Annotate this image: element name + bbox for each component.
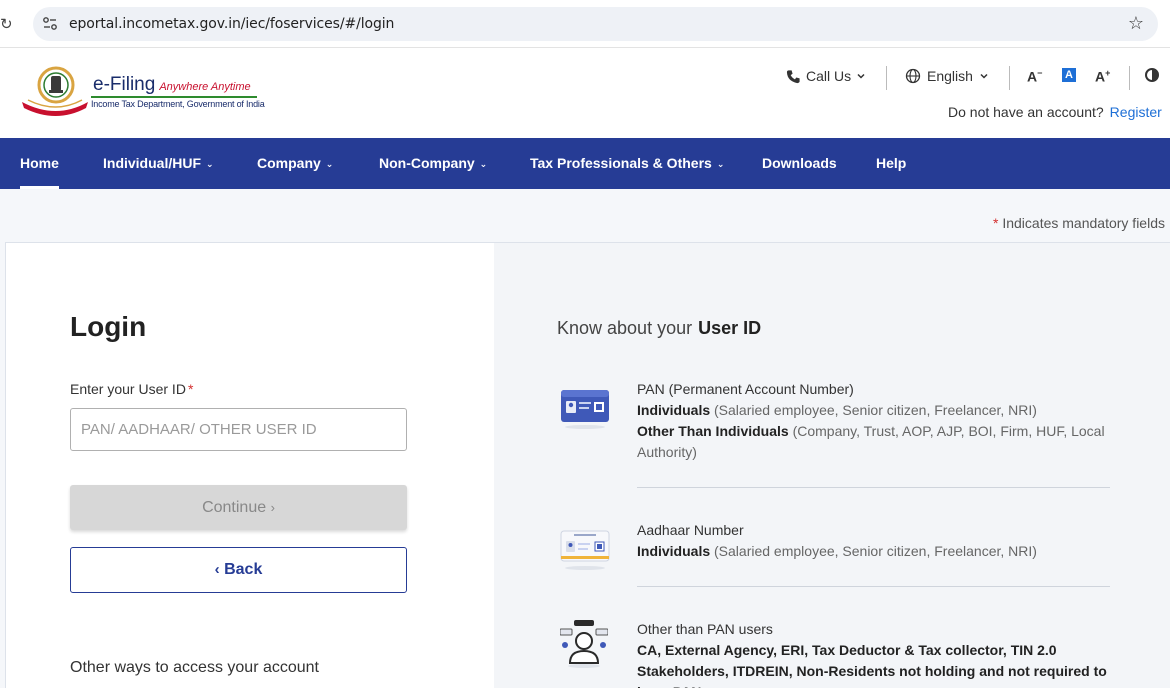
call-us-dropdown[interactable]: Call Us bbox=[786, 68, 866, 84]
userid-label-text: Enter your User ID bbox=[70, 381, 186, 397]
bookmark-star-icon[interactable]: ☆ bbox=[1128, 13, 1144, 34]
back-button[interactable]: ‹ Back bbox=[70, 547, 407, 593]
call-us-label: Call Us bbox=[806, 68, 852, 84]
nav-tax-professionals[interactable]: Tax Professionals & Others ⌄ bbox=[530, 138, 724, 189]
reload-icon[interactable]: ↻ bbox=[0, 15, 16, 33]
know-userid-title: Know about your User ID bbox=[557, 318, 761, 339]
chevron-down-icon: ⌄ bbox=[716, 159, 725, 169]
government-emblem-logo[interactable] bbox=[20, 66, 90, 116]
userid-label: Enter your User ID * bbox=[70, 381, 193, 397]
userid-info-panel: Know about your User ID PAN (Permanent Ac… bbox=[494, 243, 1170, 688]
font-increase-button[interactable]: A+ bbox=[1095, 68, 1110, 85]
other-desc-text: CA, External Agency, ERI, Tax Deductor &… bbox=[637, 642, 1107, 688]
know-title-prefix: Know about your bbox=[557, 318, 693, 338]
pan-individuals: Individuals (Salaried employee, Senior c… bbox=[637, 400, 1112, 421]
aadhaar-ind-label: Individuals bbox=[637, 543, 711, 559]
chevron-down-icon: ⌄ bbox=[206, 159, 214, 169]
site-info-icon[interactable] bbox=[42, 16, 58, 32]
nav-label: Help bbox=[876, 155, 907, 171]
login-card: Login Enter your User ID* Continue › ‹ B… bbox=[5, 242, 1170, 688]
font-normal-button[interactable]: A bbox=[1062, 68, 1076, 82]
pan-card-icon bbox=[561, 390, 609, 429]
nav-non-company[interactable]: Non-Company ⌄ bbox=[379, 138, 487, 189]
continue-label: Continue bbox=[202, 498, 267, 516]
divider bbox=[637, 487, 1110, 488]
required-asterisk: * bbox=[993, 215, 999, 231]
nav-individual-huf[interactable]: Individual/HUF ⌄ bbox=[103, 138, 214, 189]
nav-label: Individual/HUF bbox=[103, 155, 201, 171]
other-heading: Other than PAN users bbox=[637, 621, 773, 637]
login-panel: Login Enter your User ID* Continue › ‹ B… bbox=[6, 243, 494, 688]
nav-home[interactable]: Home bbox=[20, 138, 59, 189]
logo-title-text: e-Filing bbox=[93, 74, 156, 95]
register-link[interactable]: Register bbox=[1110, 104, 1162, 120]
other-ways-heading: Other ways to access your account bbox=[70, 659, 319, 676]
nav-label: Tax Professionals & Others bbox=[530, 155, 712, 171]
main-navigation: Home Individual/HUF ⌄ Company ⌄ Non-Compan… bbox=[0, 138, 1170, 189]
logo-underline bbox=[91, 96, 257, 98]
pan-ind-label: Individuals bbox=[637, 402, 711, 418]
pan-heading: PAN (Permanent Account Number) bbox=[637, 381, 854, 397]
aadhaar-ind-desc: (Salaried employee, Senior citizen, Free… bbox=[714, 543, 1037, 559]
font-decrease-button[interactable]: A− bbox=[1027, 68, 1042, 85]
browser-toolbar: ↻ eportal.incometax.gov.in/iec/foservice… bbox=[0, 0, 1170, 48]
chevron-left-icon: ‹ bbox=[214, 561, 220, 578]
chevron-down-icon: ⌄ bbox=[479, 159, 488, 169]
language-label: English bbox=[927, 68, 973, 84]
pan-ind-desc: (Salaried employee, Senior citizen, Free… bbox=[714, 402, 1037, 418]
nav-label: Company bbox=[257, 155, 321, 171]
other-users-info: Other than PAN users CA, External Agency… bbox=[637, 619, 1107, 688]
chevron-down-icon: ⌄ bbox=[325, 159, 334, 169]
account-prompt: Do not have an account? Register bbox=[948, 104, 1162, 120]
nav-label: Downloads bbox=[762, 155, 837, 171]
userid-input[interactable] bbox=[70, 408, 407, 451]
page-title: Login bbox=[70, 311, 147, 342]
address-bar[interactable]: eportal.incometax.gov.in/iec/foservices/… bbox=[33, 7, 1158, 41]
continue-button[interactable]: Continue › bbox=[70, 485, 407, 530]
contrast-toggle-icon[interactable] bbox=[1145, 68, 1159, 82]
globe-icon bbox=[905, 68, 921, 84]
required-asterisk: * bbox=[187, 381, 194, 397]
font-decrease-label: A bbox=[1027, 68, 1038, 85]
header-divider bbox=[1129, 66, 1130, 90]
other-desc: CA, External Agency, ERI, Tax Deductor &… bbox=[637, 640, 1107, 688]
pan-other-label: Other Than Individuals bbox=[637, 423, 789, 439]
aadhaar-heading: Aadhaar Number bbox=[637, 522, 744, 538]
mandatory-fields-note: * Indicates mandatory fields bbox=[993, 215, 1165, 231]
aadhaar-individuals: Individuals (Salaried employee, Senior c… bbox=[637, 541, 1112, 562]
logo-tagline: Anywhere Anytime bbox=[159, 81, 251, 93]
nav-company[interactable]: Company ⌄ bbox=[257, 138, 333, 189]
pan-other: Other Than Individuals (Company, Trust, … bbox=[637, 421, 1112, 463]
chevron-down-icon bbox=[857, 73, 865, 79]
header-divider bbox=[886, 66, 887, 90]
account-prompt-text: Do not have an account? bbox=[948, 104, 1104, 120]
pan-info: PAN (Permanent Account Number) Individua… bbox=[637, 379, 1112, 463]
nav-help[interactable]: Help bbox=[876, 138, 906, 189]
chevron-down-icon bbox=[980, 73, 988, 79]
mandatory-note-text: Indicates mandatory fields bbox=[1002, 215, 1165, 231]
site-header: e-Filing Anywhere Anytime Income Tax Depa… bbox=[0, 48, 1170, 138]
header-divider bbox=[1009, 66, 1010, 90]
know-title-bold: User ID bbox=[698, 318, 762, 338]
aadhaar-info: Aadhaar Number Individuals (Salaried emp… bbox=[637, 520, 1112, 562]
language-dropdown[interactable]: English bbox=[905, 68, 989, 84]
logo-title[interactable]: e-Filing Anywhere Anytime bbox=[93, 74, 251, 96]
other-users-icon bbox=[560, 620, 608, 668]
aadhaar-card-icon bbox=[560, 530, 610, 570]
back-label: Back bbox=[224, 561, 263, 578]
phone-icon bbox=[786, 69, 800, 83]
nav-label: Home bbox=[20, 155, 59, 171]
nav-label: Non-Company bbox=[379, 155, 475, 171]
url-text[interactable]: eportal.incometax.gov.in/iec/foservices/… bbox=[69, 16, 394, 32]
logo-subtitle: Income Tax Department, Government of Ind… bbox=[91, 99, 265, 109]
chevron-right-icon: › bbox=[270, 499, 275, 515]
nav-downloads[interactable]: Downloads bbox=[762, 138, 837, 189]
font-increase-label: A bbox=[1095, 68, 1106, 85]
divider bbox=[637, 586, 1110, 587]
